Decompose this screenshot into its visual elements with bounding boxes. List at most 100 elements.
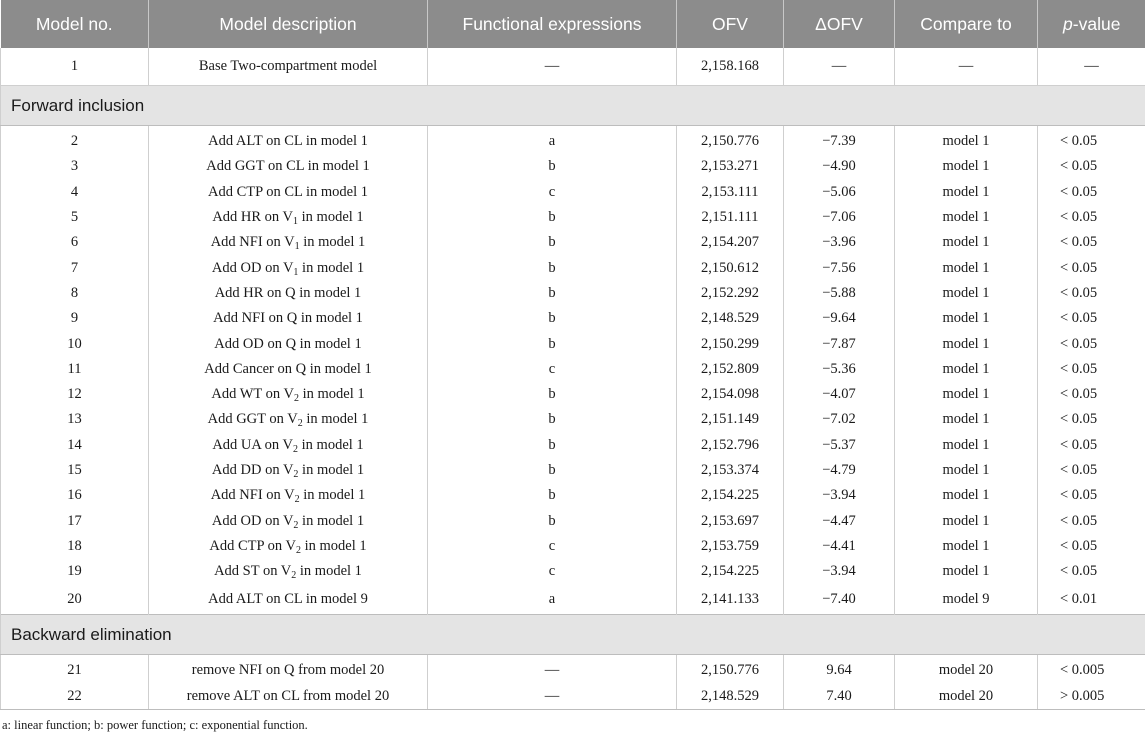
cell-compare-to: model 1 [894, 508, 1038, 534]
cell-description: Add NFI on V2 in model 1 [148, 483, 428, 509]
cell-p-value: < 0.05 [1037, 154, 1145, 180]
cell-ofv: 2,148.529 [676, 683, 784, 710]
cell-functional: — [427, 654, 677, 684]
cell-compare-to: model 1 [894, 381, 1038, 408]
cell-ofv: 2,141.133 [676, 584, 784, 615]
table-row: 9 Add NFI on Q in model 1 b 2,148.529 −9.64 m… [0, 306, 1145, 332]
cell-model-no: 1 [0, 48, 149, 86]
cell-description: remove ALT on CL from model 20 [148, 683, 428, 710]
cell-ofv: 2,154.225 [676, 559, 784, 585]
cell-functional: — [427, 48, 677, 86]
table-row: 2 Add ALT on CL in model 1 a 2,150.776 −7.39… [0, 125, 1145, 155]
cell-ofv: 2,153.374 [676, 457, 784, 484]
cell-description: Base Two-compartment model [148, 48, 428, 86]
cell-p-value: < 0.05 [1037, 331, 1145, 357]
description-text: Add DD on V [211, 462, 294, 478]
cell-ofv: 2,150.776 [676, 654, 784, 684]
table-row: 5 Add HR on V1 in model 1 b 2,151.111 −7.06 m… [0, 204, 1145, 231]
cell-ofv: 2,153.759 [676, 533, 784, 560]
table-row: 20 Add ALT on CL in model 9 a 2,141.133 −7.4… [0, 584, 1145, 615]
description-text: Add HR on V [212, 209, 294, 226]
cell-delta-ofv: −4.07 [783, 381, 895, 408]
cell-p-value: < 0.05 [1037, 533, 1145, 560]
cell-description: Add UA on V2 in model 1 [148, 432, 428, 458]
cell-functional: b [427, 255, 677, 281]
cell-model-no: 8 [0, 280, 149, 307]
table-row: 6 Add NFI on V1 in model 1 b 2,154.207 −3.96… [0, 230, 1145, 256]
cell-functional: b [427, 230, 677, 256]
description-text: Add GGT on V [207, 411, 298, 428]
cell-description: Add NFI on V1 in model 1 [148, 230, 428, 256]
cell-model-no: 9 [0, 306, 149, 332]
cell-delta-ofv: 9.64 [783, 654, 895, 684]
cell-model-no: 12 [0, 381, 149, 408]
cell-functional: b [427, 432, 677, 458]
cell-compare-to: model 1 [894, 356, 1038, 382]
cell-p-value: < 0.05 [1037, 457, 1145, 484]
cell-description: Add OD on V2 in model 1 [148, 508, 428, 534]
cell-delta-ofv: −7.02 [783, 407, 895, 433]
cell-description: Add CTP on V2 in model 1 [148, 533, 428, 560]
cell-delta-ofv: −5.36 [783, 356, 895, 382]
cell-ofv: 2,154.098 [676, 381, 784, 408]
table-row: 14 Add UA on V2 in model 1 b 2,152.796 −5.37… [0, 432, 1145, 458]
cell-model-no: 4 [0, 179, 149, 205]
table-row: 3 Add GGT on CL in model 1 b 2,153.271 −4.90… [0, 154, 1145, 180]
cell-functional: a [427, 125, 677, 155]
table-row: 17 Add OD on V2 in model 1 b 2,153.697 −4.47… [0, 508, 1145, 534]
table-body: 1 Base Two-compartment model — 2,158.168… [0, 48, 1145, 710]
cell-compare-to: model 1 [894, 306, 1038, 332]
cell-delta-ofv: −7.06 [783, 204, 895, 231]
cell-functional: b [427, 381, 677, 408]
cell-p-value: < 0.05 [1037, 407, 1145, 433]
cell-compare-to: model 20 [894, 654, 1038, 684]
description-text: Add UA on V [212, 436, 294, 453]
cell-description: Add HR on Q in model 1 [148, 280, 428, 307]
header-p-italic: p [1063, 13, 1073, 34]
header-delta-ofv: ΔOFV [783, 0, 895, 48]
cell-p-value: < 0.05 [1037, 356, 1145, 382]
cell-compare-to: model 1 [894, 533, 1038, 560]
cell-p-value: < 0.005 [1037, 654, 1145, 684]
cell-model-no: 21 [0, 654, 149, 684]
model-building-table: Model no. Model description Functional e… [0, 0, 1145, 710]
table-row: 21 remove NFI on Q from model 20 —2,150.77… [0, 654, 1145, 684]
cell-model-no: 19 [0, 559, 149, 585]
cell-delta-ofv: −5.06 [783, 179, 895, 205]
cell-compare-to: model 1 [894, 559, 1038, 585]
cell-delta-ofv: −9.64 [783, 306, 895, 332]
cell-delta-ofv: −4.41 [783, 533, 895, 560]
cell-functional: c [427, 533, 677, 560]
cell-delta-ofv: −4.47 [783, 508, 895, 534]
cell-compare-to: model 1 [894, 204, 1038, 231]
cell-functional: b [427, 508, 677, 534]
description-text-suffix: in model 1 [298, 259, 365, 276]
table-container: Model no. Model description Functional e… [0, 0, 1145, 733]
cell-ofv: 2,154.207 [676, 230, 784, 256]
description-text-suffix: in model 1 [299, 487, 366, 504]
description-text: Add ALT on CL in model 9 [208, 590, 368, 607]
cell-ofv: 2,152.809 [676, 356, 784, 382]
cell-delta-ofv: −7.56 [783, 255, 895, 281]
section-label: Forward inclusion [0, 85, 1145, 126]
cell-model-no: 2 [0, 125, 149, 155]
cell-functional: c [427, 179, 677, 205]
cell-p-value: < 0.05 [1037, 179, 1145, 205]
header-ofv: OFV [676, 0, 784, 48]
cell-description: Add ALT on CL in model 9 [148, 584, 428, 615]
header-p-value: p-value [1037, 0, 1145, 48]
description-text-suffix: in model 1 [298, 209, 364, 226]
table-row: 16 Add NFI on V2 in model 1 b 2,154.225 −3.9… [0, 483, 1145, 509]
cell-ofv: 2,151.111 [676, 204, 784, 231]
cell-compare-to: model 1 [894, 331, 1038, 357]
cell-p-value: — [1037, 48, 1145, 86]
cell-ofv: 2,153.697 [676, 508, 784, 534]
cell-compare-to: model 9 [894, 584, 1038, 615]
cell-compare-to: model 1 [894, 154, 1038, 180]
cell-model-no: 7 [0, 255, 149, 281]
cell-p-value: < 0.05 [1037, 280, 1145, 307]
cell-p-value: < 0.05 [1037, 204, 1145, 231]
cell-description: Add Cancer on Q in model 1 [148, 356, 428, 382]
cell-functional: b [427, 154, 677, 180]
description-text-suffix: in model 1 [298, 386, 365, 403]
